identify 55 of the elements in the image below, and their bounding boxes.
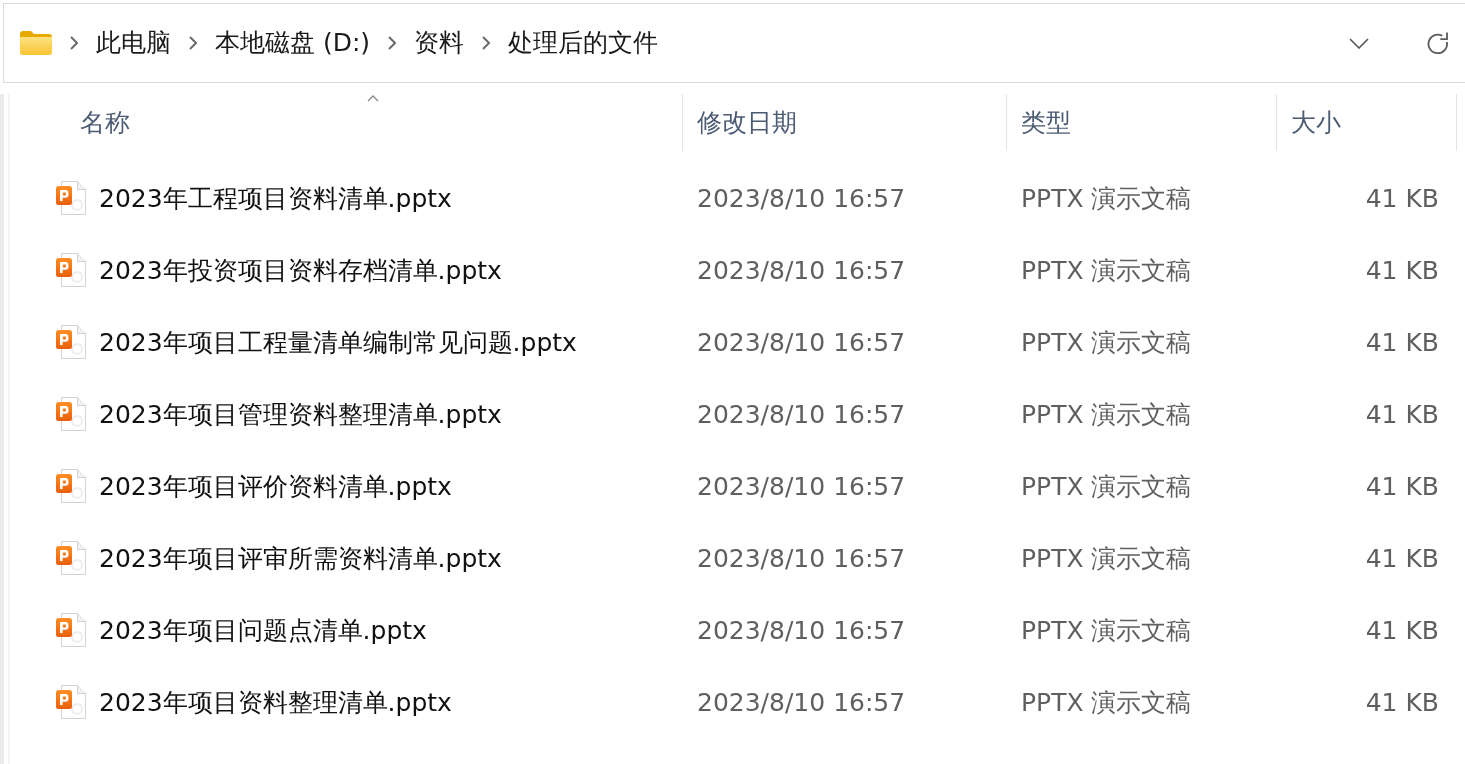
file-size: 41 KB [1364, 687, 1440, 717]
breadcrumb-item[interactable]: 本地磁盘 (D:) [215, 28, 371, 58]
breadcrumb-item[interactable]: 资料 [414, 28, 465, 58]
presentation-file-icon [56, 685, 86, 719]
presentation-file-icon [56, 541, 86, 575]
modified-date: 2023/8/10 16:57 [696, 543, 907, 573]
presentation-file-icon [56, 397, 86, 431]
file-name[interactable]: 2023年工程项目资料清单.pptx [99, 181, 452, 215]
file-type: PPTX 演示文稿 [1020, 398, 1193, 431]
chevron-down-icon[interactable] [1349, 37, 1369, 49]
file-type: PPTX 演示文稿 [1020, 326, 1193, 359]
presentation-file-icon [56, 469, 86, 503]
presentation-file-icon [56, 325, 86, 359]
file-type: PPTX 演示文稿 [1020, 470, 1193, 503]
file-type: PPTX 演示文稿 [1020, 182, 1193, 215]
presentation-file-icon [56, 181, 86, 215]
file-name[interactable]: 2023年项目资料整理清单.pptx [99, 685, 452, 719]
column-header[interactable]: 名称 [10, 94, 683, 151]
modified-date: 2023/8/10 16:57 [696, 327, 907, 357]
file-size: 41 KB [1364, 615, 1440, 645]
file-size: 41 KB [1364, 543, 1440, 573]
file-name[interactable]: 2023年投资项目资料存档清单.pptx [99, 253, 502, 287]
presentation-file-icon [56, 613, 86, 647]
breadcrumb-item[interactable]: 此电脑 [96, 28, 171, 58]
file-size: 41 KB [1364, 327, 1440, 357]
modified-date: 2023/8/10 16:57 [696, 471, 907, 501]
folder-icon [20, 31, 52, 55]
file-size: 41 KB [1364, 255, 1440, 285]
file-type: PPTX 演示文稿 [1020, 686, 1193, 719]
file-size: 41 KB [1364, 471, 1440, 501]
modified-date: 2023/8/10 16:57 [696, 255, 907, 285]
modified-date: 2023/8/10 16:57 [696, 399, 907, 429]
chevron-right-icon[interactable] [482, 36, 491, 50]
file-size: 41 KB [1364, 183, 1440, 213]
file-name[interactable]: 2023年项目工程量清单编制常见问题.pptx [99, 325, 577, 359]
column-header[interactable]: 修改日期 [683, 94, 1007, 151]
chevron-right-icon[interactable] [388, 36, 397, 50]
file-name[interactable]: 2023年项目评价资料清单.pptx [99, 469, 452, 503]
refresh-icon[interactable] [1426, 31, 1450, 55]
chevron-right-icon[interactable] [70, 36, 78, 50]
file-type: PPTX 演示文稿 [1020, 614, 1193, 647]
breadcrumb-item[interactable]: 处理后的文件 [508, 28, 659, 58]
modified-date: 2023/8/10 16:57 [696, 615, 907, 645]
column-header[interactable]: 类型 [1007, 94, 1277, 151]
file-name[interactable]: 2023年项目问题点清单.pptx [99, 613, 427, 647]
modified-date: 2023/8/10 16:57 [696, 687, 907, 717]
file-name[interactable]: 2023年项目评审所需资料清单.pptx [99, 541, 502, 575]
file-type: PPTX 演示文稿 [1020, 542, 1193, 575]
file-type: PPTX 演示文稿 [1020, 254, 1193, 287]
chevron-right-icon[interactable] [189, 36, 197, 50]
file-size: 41 KB [1364, 399, 1440, 429]
presentation-file-icon [56, 253, 86, 287]
modified-date: 2023/8/10 16:57 [696, 183, 907, 213]
file-name[interactable]: 2023年项目管理资料整理清单.pptx [99, 397, 502, 431]
column-header[interactable]: 大小 [1277, 94, 1457, 151]
